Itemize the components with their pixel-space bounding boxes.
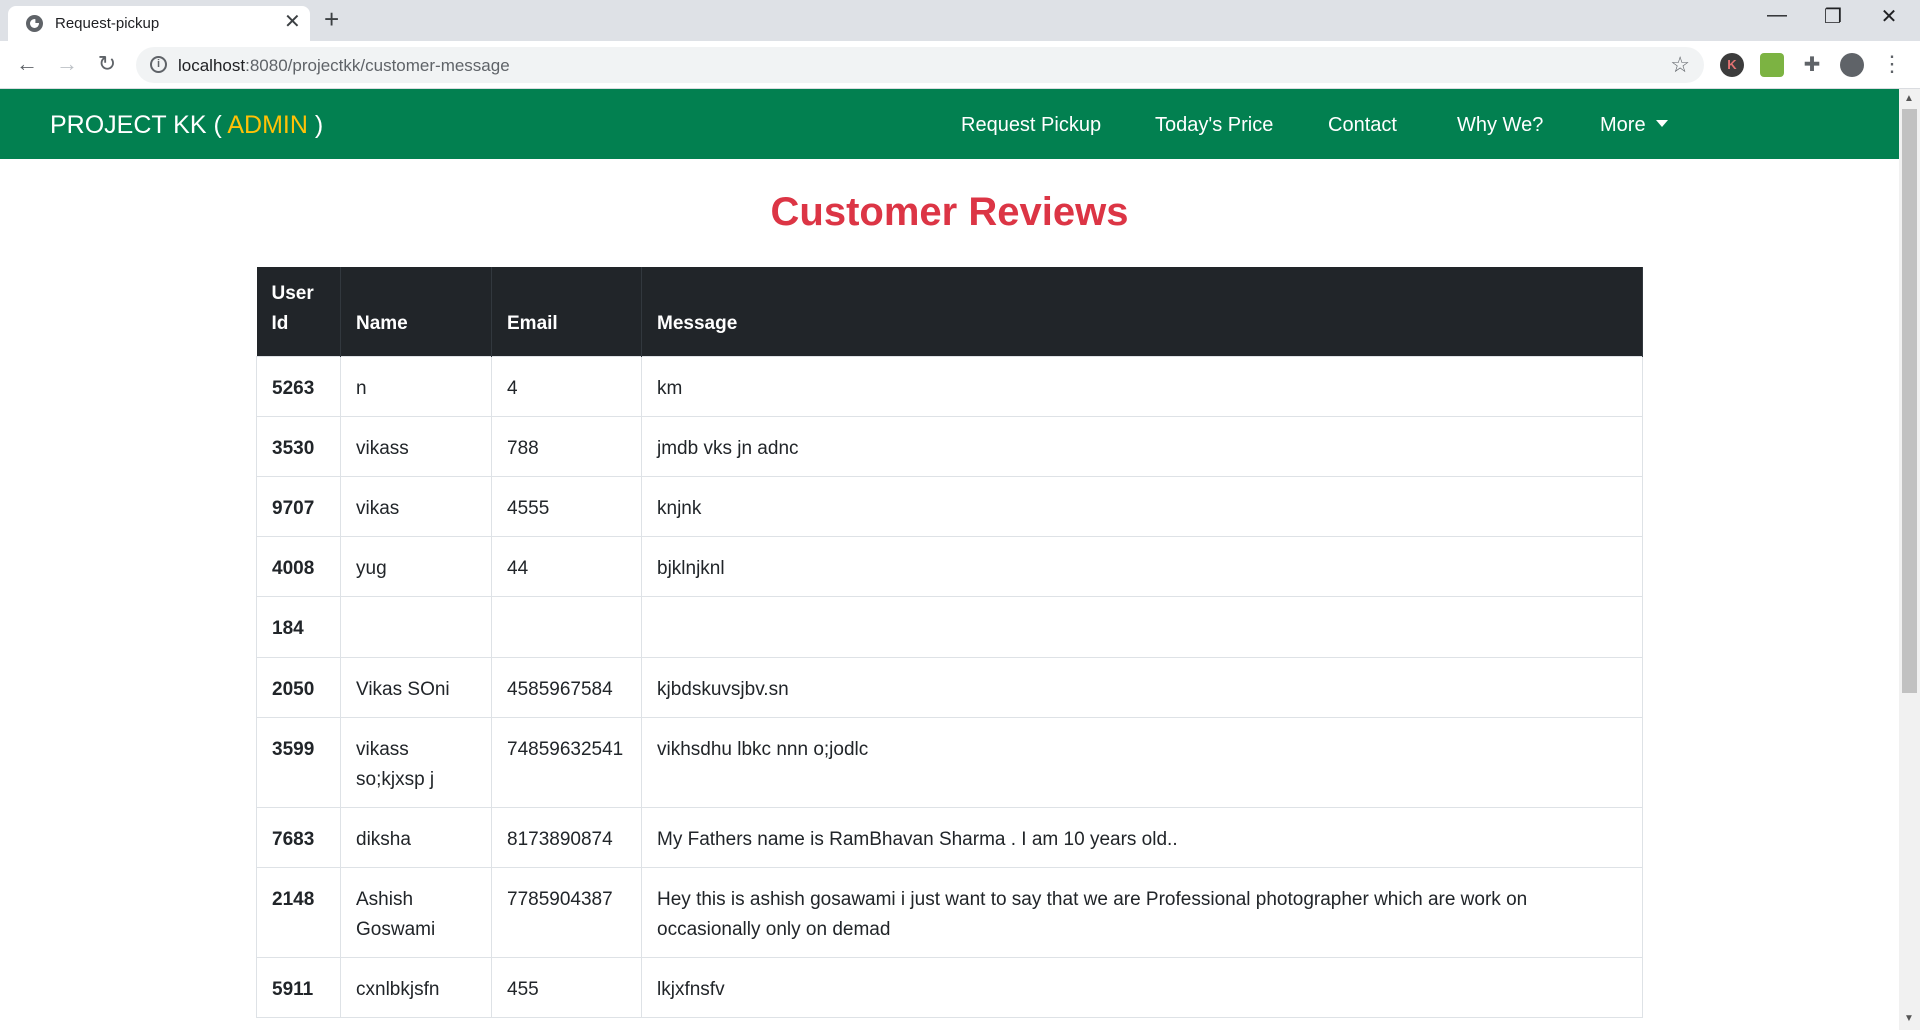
cell-user-id: 2050 (256, 657, 341, 718)
nav-why-we[interactable]: Why We? (1457, 114, 1543, 137)
new-tab-icon[interactable]: + (324, 6, 339, 32)
cell-name: yug (340, 536, 492, 597)
cell-name: Vikas SOni (340, 657, 492, 718)
admin-label: ADMIN (227, 111, 308, 139)
nav-todays-price[interactable]: Today's Price (1155, 114, 1273, 137)
table-row: 2148 Ashish Goswami 7785904387 Hey this … (256, 867, 1643, 958)
cell-user-id: 5911 (256, 957, 341, 1018)
bookmark-star-icon[interactable]: ☆ (1670, 52, 1690, 78)
site-navbar: PROJECT KK ( ADMIN ) Request Pickup Toda… (0, 89, 1899, 159)
window-close-icon[interactable]: ✕ (1874, 4, 1904, 29)
table-row: 184 (256, 596, 1643, 658)
cell-email: 788 (491, 416, 642, 477)
cell-user-id: 184 (256, 596, 341, 658)
cell-user-id: 4008 (256, 536, 341, 597)
close-tab-icon[interactable]: ✕ (284, 12, 301, 32)
restore-icon[interactable]: ❐ (1818, 4, 1848, 29)
cell-user-id: 7683 (256, 807, 341, 868)
cell-user-id: 5263 (256, 356, 341, 417)
profile-avatar-icon[interactable] (1840, 53, 1864, 77)
cell-email: 4 (491, 356, 642, 417)
cell-message: vikhsdhu lbkc nnn o;jodlc (641, 717, 1643, 808)
url-text[interactable]: localhost:8080/projectkk/customer-messag… (178, 56, 510, 76)
cell-user-id: 3599 (256, 717, 341, 808)
reviews-table: User Id Name Email Message 5263 n 4 km 3… (256, 267, 1643, 1018)
cell-message: jmdb vks jn adnc (641, 416, 1643, 477)
cell-user-id: 2148 (256, 867, 341, 958)
nav-contact[interactable]: Contact (1328, 114, 1397, 137)
scroll-up-icon[interactable]: ▲ (1904, 93, 1914, 104)
table-row: 7683 diksha 8173890874 My Fathers name i… (256, 807, 1643, 868)
reload-icon[interactable]: ↻ (92, 49, 122, 79)
cell-email: 44 (491, 536, 642, 597)
table-row: 3530 vikass 788 jmdb vks jn adnc (256, 416, 1643, 477)
browser-tab[interactable]: Request-pickup ✕ (8, 6, 310, 41)
extension-k-icon[interactable]: K (1720, 53, 1744, 77)
table-row: 3599 vikass so;kjxsp j 74859632541 vikhs… (256, 717, 1643, 808)
info-icon[interactable]: i (150, 56, 167, 73)
minimize-icon[interactable]: — (1762, 4, 1792, 27)
cell-name: diksha (340, 807, 492, 868)
cell-message: Hey this is ashish gosawami i just want … (641, 867, 1643, 958)
extension-inbox-icon[interactable] (1760, 53, 1784, 77)
table-row: 9707 vikas 4555 knjnk (256, 476, 1643, 537)
tab-title: Request-pickup (55, 15, 160, 32)
nav-more-dropdown[interactable]: More (1600, 114, 1668, 137)
cell-user-id: 3530 (256, 416, 341, 477)
address-bar[interactable]: i localhost:8080/projectkk/customer-mess… (136, 47, 1704, 83)
table-header-row: User Id Name Email Message (256, 267, 1643, 357)
cell-message: kjbdskuvsjbv.sn (641, 657, 1643, 718)
brand-logo[interactable]: PROJECT KK ( ADMIN ) (50, 111, 323, 140)
nav-request-pickup[interactable]: Request Pickup (961, 114, 1101, 137)
cell-name (340, 596, 492, 658)
cell-email: 8173890874 (491, 807, 642, 868)
table-row: 4008 yug 44 bjklnjknl (256, 536, 1643, 597)
cell-user-id: 9707 (256, 476, 341, 537)
table-row: 2050 Vikas SOni 4585967584 kjbdskuvsjbv.… (256, 657, 1643, 718)
globe-icon (26, 15, 43, 32)
browser-toolbar: ← → ↻ i localhost:8080/projectkk/custome… (0, 41, 1920, 89)
forward-arrow-icon[interactable]: → (52, 49, 82, 79)
cell-name: vikass (340, 416, 492, 477)
caret-down-icon (1655, 120, 1668, 128)
cell-name: vikas (340, 476, 492, 537)
scroll-down-icon[interactable]: ▼ (1904, 1013, 1914, 1024)
page-title: Customer Reviews (770, 190, 1129, 234)
cell-name: Ashish Goswami (340, 867, 492, 958)
header-user-id: User Id (256, 267, 341, 357)
back-arrow-icon[interactable]: ← (12, 49, 42, 79)
page-scrollbar[interactable]: ▲ ▼ (1899, 89, 1920, 1030)
cell-name: cxnlbkjsfn (340, 957, 492, 1018)
cell-email: 4585967584 (491, 657, 642, 718)
table-row: 5911 cxnlbkjsfn 455 lkjxfnsfv (256, 957, 1643, 1018)
cell-message: lkjxfnsfv (641, 957, 1643, 1018)
cell-name: n (340, 356, 492, 417)
header-name: Name (340, 267, 492, 357)
cell-email (491, 596, 642, 658)
cell-email: 455 (491, 957, 642, 1018)
menu-dots-icon[interactable]: ⋮ (1880, 53, 1904, 77)
cell-name: vikass so;kjxsp j (340, 717, 492, 808)
table-row: 5263 n 4 km (256, 356, 1643, 417)
cell-message: My Fathers name is RamBhavan Sharma . I … (641, 807, 1643, 868)
puzzle-icon[interactable]: ✚ (1800, 53, 1824, 77)
header-email: Email (491, 267, 642, 357)
cell-email: 7785904387 (491, 867, 642, 958)
cell-message (641, 596, 1643, 658)
scroll-thumb[interactable] (1902, 109, 1917, 693)
header-message: Message (641, 267, 1643, 357)
cell-message: knjnk (641, 476, 1643, 537)
cell-message: km (641, 356, 1643, 417)
cell-email: 74859632541 (491, 717, 642, 808)
browser-tab-strip: Request-pickup ✕ + — ❐ ✕ (0, 0, 1920, 41)
cell-message: bjklnjknl (641, 536, 1643, 597)
cell-email: 4555 (491, 476, 642, 537)
